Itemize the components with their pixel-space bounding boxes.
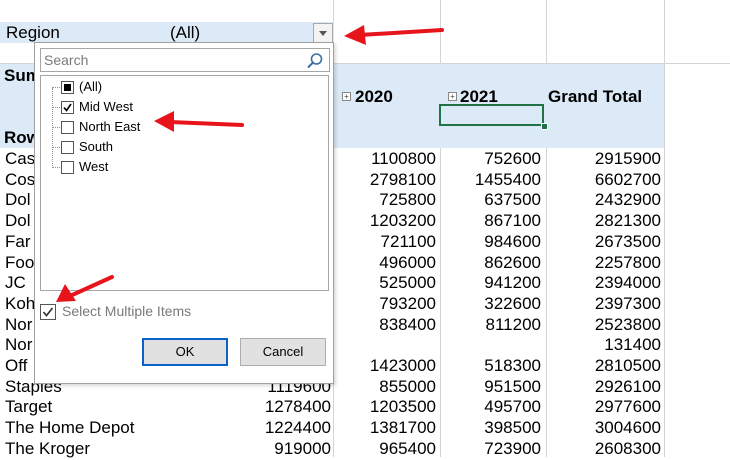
value-cell[interactable]: 2810500	[524, 355, 661, 377]
value-cell[interactable]: 984600	[405, 231, 541, 253]
partial-check-icon	[64, 84, 71, 91]
checkmark-icon	[63, 103, 72, 112]
expand-2021-icon[interactable]: +	[448, 92, 457, 101]
grid-line	[664, 0, 665, 457]
region-label: Region	[6, 23, 60, 42]
value-cell[interactable]: 131400	[524, 334, 661, 356]
search-icon[interactable]	[306, 52, 324, 70]
value-cell[interactable]: 1455400	[405, 169, 541, 191]
value-cell[interactable]: 2257800	[524, 252, 661, 274]
value-cell[interactable]: 2523800	[524, 314, 661, 336]
value-cell[interactable]: 495700	[405, 396, 541, 418]
search-box	[40, 48, 330, 72]
value-cell[interactable]: 2673500	[524, 231, 661, 253]
checkbox-mid-west[interactable]	[61, 101, 74, 114]
checkbox-north-east[interactable]	[61, 121, 74, 134]
value-cell[interactable]: 941200	[405, 272, 541, 294]
value-cell[interactable]: 3004600	[524, 417, 661, 439]
region-dropdown-button[interactable]	[313, 23, 333, 43]
row-label-cell[interactable]: Target	[5, 396, 125, 418]
value-cell[interactable]: 752600	[405, 148, 541, 170]
value-cell[interactable]: 951500	[405, 376, 541, 398]
value-cell[interactable]: 2608300	[524, 438, 661, 460]
value-cell[interactable]: 2915900	[524, 148, 661, 170]
value-cell[interactable]: 322600	[405, 293, 541, 315]
value-cell[interactable]: 637500	[405, 189, 541, 211]
col-header-grand-total: Grand Total	[548, 87, 643, 106]
col-header-2020: 2020	[355, 87, 393, 106]
list-item-label: West	[79, 159, 109, 174]
search-input[interactable]	[42, 50, 304, 70]
ok-button[interactable]: OK	[142, 338, 228, 366]
annotation-arrow-dropdown-icon	[344, 25, 444, 45]
value-cell[interactable]: 867100	[405, 210, 541, 232]
checkbox-south[interactable]	[61, 141, 74, 154]
table-row: The Kroger 919000 965400 723900 2608300	[0, 438, 664, 459]
list-item-label: South	[79, 139, 113, 154]
value-cell[interactable]: 2977600	[524, 396, 661, 418]
row-label-cell[interactable]: The Kroger	[5, 438, 125, 460]
list-item-label: Mid West	[79, 99, 133, 114]
checkbox-west[interactable]	[61, 161, 74, 174]
annotation-arrow-select-multiple-icon	[56, 275, 114, 302]
value-cell[interactable]: 2397300	[524, 293, 661, 315]
value-cell[interactable]: 862600	[405, 252, 541, 274]
value-cell[interactable]: 2821300	[524, 210, 661, 232]
row-label-cell[interactable]: The Home Depot	[5, 417, 134, 439]
cancel-button[interactable]: Cancel	[240, 338, 326, 366]
expand-2020-icon[interactable]: +	[342, 92, 351, 101]
fill-handle[interactable]	[541, 123, 548, 130]
list-item-label: (All)	[79, 79, 103, 94]
checkbox-all[interactable]	[61, 81, 74, 94]
region-value: (All)	[170, 23, 201, 42]
selected-cell[interactable]	[439, 104, 544, 126]
value-cell[interactable]: 398500	[405, 417, 541, 439]
value-cell[interactable]: 518300	[405, 355, 541, 377]
value-cell[interactable]: 2394000	[524, 272, 661, 294]
table-row: The Home Depot 1224400 1381700 398500 300460…	[0, 417, 664, 438]
annotation-arrow-north-east-icon	[154, 111, 244, 132]
list-item-label: North East	[79, 119, 141, 134]
filter-dropdown-panel: (All) Mid West North East South West Sel…	[34, 42, 334, 384]
value-cell[interactable]: 2926100	[524, 376, 661, 398]
value-cell[interactable]: 723900	[405, 438, 541, 460]
value-cell[interactable]: 6602700	[524, 169, 661, 191]
table-row: Target 1278400 1203500 495700 2977600	[0, 396, 664, 417]
value-cell[interactable]: 811200	[405, 314, 541, 336]
value-cell[interactable]: 2432900	[524, 189, 661, 211]
